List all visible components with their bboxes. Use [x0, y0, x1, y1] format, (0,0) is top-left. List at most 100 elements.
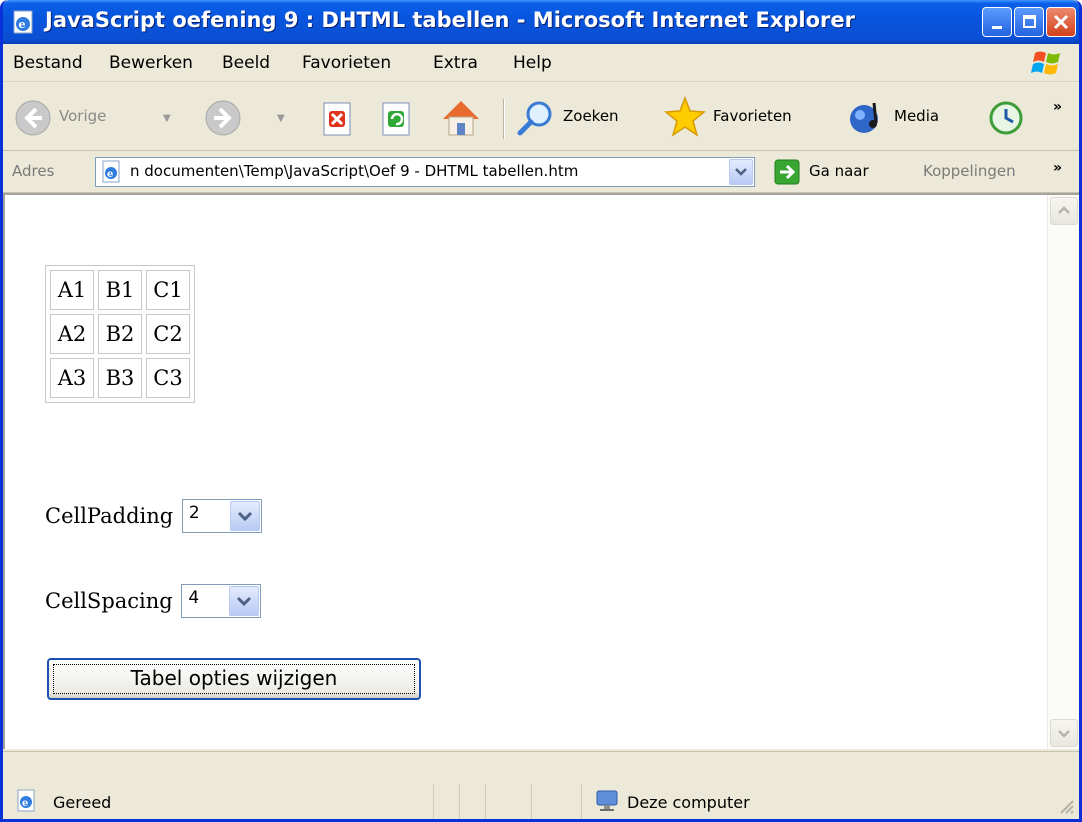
cellpadding-label: CellPadding: [45, 504, 174, 528]
media-icon: [850, 102, 878, 133]
demo-table: A1 B1 C1 A2 B2 C2 A3 B3 C3: [45, 265, 195, 403]
back-dropdown-icon: ▼: [163, 113, 171, 124]
table-cell: C2: [146, 314, 190, 354]
minimize-button[interactable]: [982, 7, 1012, 37]
close-icon: [1053, 14, 1069, 30]
scroll-down-button[interactable]: [1050, 719, 1078, 747]
table-cell: C1: [146, 270, 190, 310]
page-content: A1 B1 C1 A2 B2 C2 A3 B3 C3 CellPadding 2: [3, 193, 1079, 749]
favorites-star-icon: [664, 95, 706, 137]
maximize-button[interactable]: [1014, 7, 1044, 37]
cellspacing-label: CellSpacing: [45, 589, 173, 613]
address-input[interactable]: e n documenten\Temp\JavaScript\Oef 9 - D…: [95, 157, 755, 187]
maximize-icon: [1023, 15, 1036, 28]
links-button[interactable]: Koppelingen: [923, 162, 1016, 180]
go-button[interactable]: Ga naar: [809, 162, 869, 180]
table-cell: A2: [50, 314, 94, 354]
favorites-label: Favorieten: [713, 107, 792, 125]
ie-page-icon: e: [13, 10, 33, 34]
search-icon: [517, 101, 552, 136]
status-text: Gereed: [53, 793, 112, 812]
cellpadding-select[interactable]: 2: [181, 499, 262, 533]
toolbar: Vorige ▼ ▼ Zoeken Favorieten Media » Adr…: [3, 83, 1079, 193]
address-dropdown-button[interactable]: [729, 159, 753, 185]
menu-bar: Bestand Bewerken Beeld Favorieten Extra …: [3, 44, 1079, 82]
chevron-down-icon: [237, 511, 252, 522]
home-icon[interactable]: [439, 97, 483, 139]
table-row: A1 B1 C1: [50, 270, 190, 310]
table-row: A3 B3 C3: [50, 358, 190, 398]
windows-logo-icon: [1031, 51, 1060, 75]
table-cell: B3: [98, 358, 142, 398]
table-cell: B1: [98, 270, 142, 310]
address-label: Adres: [12, 162, 55, 180]
page-icon: e: [102, 160, 120, 183]
menu-help[interactable]: Help: [513, 53, 552, 73]
cellspacing-row: CellSpacing 4: [45, 584, 262, 618]
back-arrow-icon: [15, 100, 51, 136]
toolbar-more-icon[interactable]: »: [1053, 99, 1062, 115]
chevron-up-icon: [1058, 206, 1070, 214]
page-done-icon: e: [17, 789, 35, 812]
go-arrow-icon[interactable]: [774, 159, 800, 185]
stop-icon[interactable]: [320, 101, 354, 137]
refresh-icon[interactable]: [379, 101, 413, 137]
status-divider: [531, 784, 532, 819]
status-divider: [459, 784, 460, 819]
history-icon[interactable]: [985, 97, 1027, 139]
back-button[interactable]: Vorige ▼: [13, 97, 188, 139]
scroll-up-button[interactable]: [1050, 197, 1078, 225]
status-bar: e Gereed Deze computer: [3, 751, 1079, 819]
toolbar-separator: [503, 99, 505, 139]
table-cell: A1: [50, 270, 94, 310]
cellspacing-dropdown-button[interactable]: [229, 586, 260, 616]
media-label: Media: [894, 107, 940, 125]
title-bar[interactable]: e JavaScript oefening 9 : DHTML tabellen…: [3, 0, 1079, 44]
vertical-scrollbar[interactable]: [1047, 195, 1079, 749]
forward-dropdown-icon: ▼: [277, 113, 285, 124]
address-value: n documenten\Temp\JavaScript\Oef 9 - DHT…: [130, 162, 579, 180]
chevron-down-icon: [237, 596, 252, 607]
back-label: Vorige: [59, 107, 107, 125]
chevron-down-icon: [735, 168, 747, 176]
svg-text:e: e: [22, 798, 28, 809]
apply-table-options-button[interactable]: Tabel opties wijzigen: [47, 658, 421, 700]
search-label: Zoeken: [563, 107, 619, 125]
status-divider: [433, 784, 434, 819]
forward-arrow-icon: [205, 100, 241, 136]
chevron-down-icon: [1058, 730, 1070, 738]
resize-grip-icon[interactable]: [1057, 797, 1075, 815]
cellpadding-dropdown-button[interactable]: [229, 501, 260, 531]
menu-bestand[interactable]: Bestand: [13, 53, 83, 73]
menu-extra[interactable]: Extra: [433, 53, 478, 73]
apply-button-label: Tabel opties wijzigen: [130, 666, 338, 690]
favorites-button[interactable]: Favorieten: [663, 95, 839, 141]
ie-window: e JavaScript oefening 9 : DHTML tabellen…: [0, 0, 1082, 822]
links-more-icon[interactable]: »: [1053, 160, 1062, 176]
cellpadding-value: 2: [188, 503, 200, 523]
search-button[interactable]: Zoeken: [515, 97, 655, 139]
status-divider: [581, 784, 582, 819]
svg-text:e: e: [19, 18, 26, 31]
menu-favorieten[interactable]: Favorieten: [302, 53, 391, 73]
menu-bewerken[interactable]: Bewerken: [109, 53, 193, 73]
minimize-icon: [992, 26, 1002, 29]
close-button[interactable]: [1046, 7, 1076, 37]
address-bar: Adres e n documenten\Temp\JavaScript\Oef…: [3, 152, 1079, 192]
forward-button[interactable]: ▼: [203, 97, 295, 139]
table-row: A2 B2 C2: [50, 314, 190, 354]
computer-icon: [596, 790, 618, 811]
window-title: JavaScript oefening 9 : DHTML tabellen -…: [45, 8, 855, 32]
cellpadding-row: CellPadding 2: [45, 499, 262, 533]
table-cell: B2: [98, 314, 142, 354]
standard-buttons: Vorige ▼ ▼ Zoeken Favorieten Media »: [3, 83, 1079, 151]
media-button[interactable]: Media: [846, 97, 964, 139]
table-cell: C3: [146, 358, 190, 398]
cellspacing-select[interactable]: 4: [181, 584, 262, 618]
cellspacing-value: 4: [188, 588, 200, 608]
menu-beeld[interactable]: Beeld: [222, 53, 270, 73]
svg-text:e: e: [107, 169, 113, 180]
status-divider: [485, 784, 486, 819]
table-cell: A3: [50, 358, 94, 398]
zone-text: Deze computer: [627, 793, 750, 812]
